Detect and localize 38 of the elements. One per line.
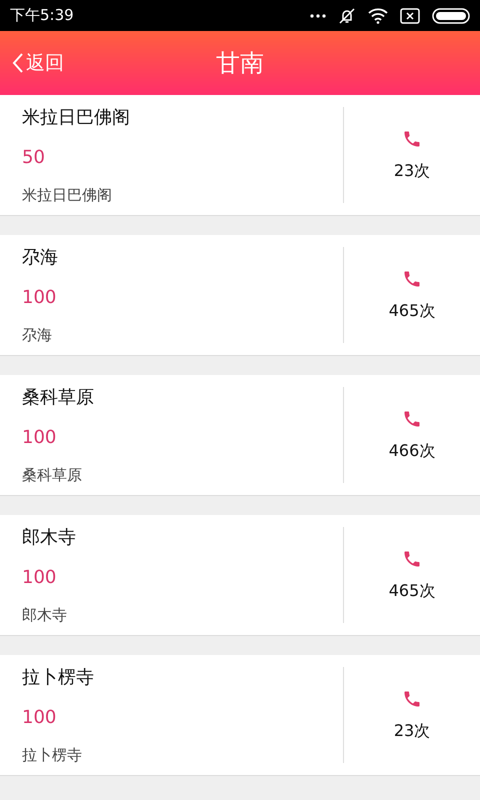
place-name: 米拉日巴佛阁 bbox=[22, 106, 130, 129]
place-card[interactable]: 尕海 100 尕海 465次 bbox=[0, 235, 480, 356]
phone-icon bbox=[402, 408, 422, 428]
place-price: 100 bbox=[22, 567, 56, 588]
place-name: 郎木寺 bbox=[22, 526, 76, 549]
battery-icon bbox=[432, 8, 470, 24]
phone-icon bbox=[402, 268, 422, 288]
place-name: 尕海 bbox=[22, 246, 58, 269]
phone-icon bbox=[402, 548, 422, 568]
place-price: 100 bbox=[22, 287, 56, 308]
more-dots-icon bbox=[310, 14, 326, 18]
place-name: 桑科草原 bbox=[22, 386, 94, 409]
page-title: 甘南 bbox=[216, 48, 264, 79]
place-name: 拉卜楞寺 bbox=[22, 666, 94, 689]
back-chevron-icon bbox=[12, 52, 24, 74]
place-subtitle: 桑科草原 bbox=[22, 466, 82, 485]
place-subtitle: 拉卜楞寺 bbox=[22, 746, 82, 765]
place-card[interactable]: 桑科草原 100 桑科草原 466次 bbox=[0, 375, 480, 496]
place-card[interactable]: 米拉日巴佛阁 50 米拉日巴佛阁 23次 bbox=[0, 95, 480, 216]
call-count: 23次 bbox=[394, 720, 430, 742]
place-card[interactable]: 郎木寺 100 郎木寺 465次 bbox=[0, 515, 480, 636]
phone-icon bbox=[402, 688, 422, 708]
place-price: 100 bbox=[22, 707, 56, 728]
status-time: 下午5:39 bbox=[10, 6, 74, 25]
no-sim-icon bbox=[400, 8, 420, 24]
place-subtitle: 郎木寺 bbox=[22, 606, 67, 625]
place-card[interactable]: 拉卜楞寺 100 拉卜楞寺 23次 bbox=[0, 655, 480, 776]
wifi-icon bbox=[368, 8, 388, 24]
place-subtitle: 米拉日巴佛阁 bbox=[22, 186, 112, 205]
place-price: 100 bbox=[22, 427, 56, 448]
place-price: 50 bbox=[22, 147, 45, 168]
phone-icon bbox=[402, 128, 422, 148]
call-count: 23次 bbox=[394, 160, 430, 182]
call-count: 465次 bbox=[388, 300, 436, 322]
muted-bell-icon bbox=[338, 6, 356, 24]
call-count: 465次 bbox=[388, 580, 436, 602]
call-count: 466次 bbox=[388, 440, 436, 462]
place-subtitle: 尕海 bbox=[22, 326, 52, 345]
